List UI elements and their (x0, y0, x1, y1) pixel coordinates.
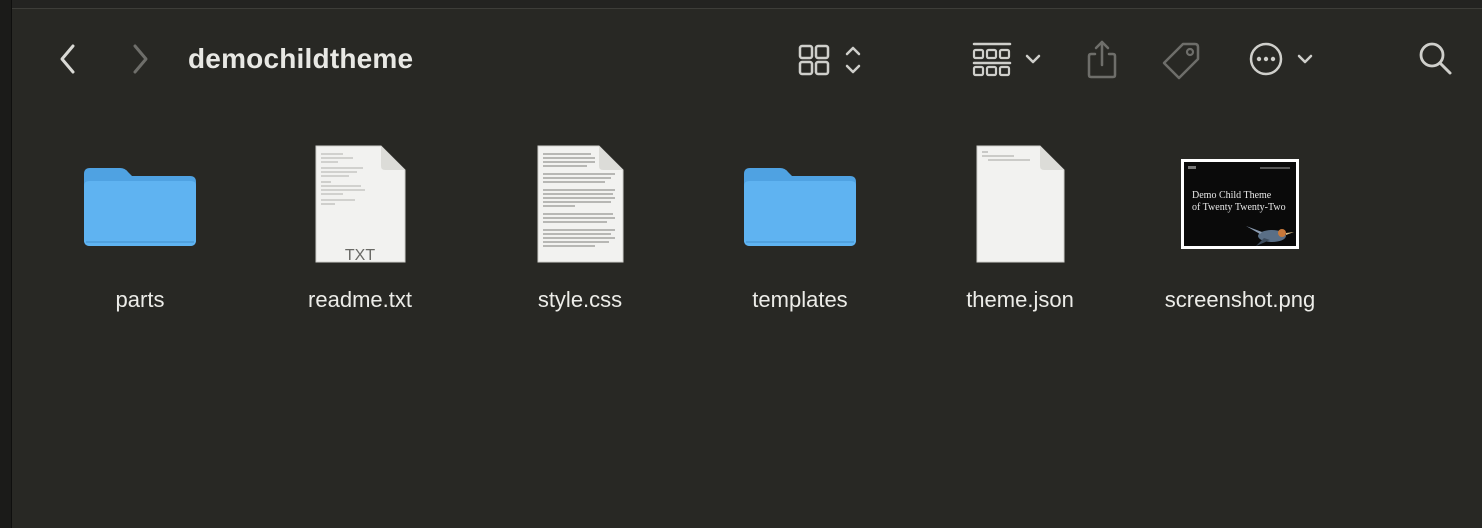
chevron-left-icon (60, 44, 75, 74)
file-name: readme.txt (308, 287, 412, 312)
back-button[interactable] (52, 41, 84, 77)
tag-button[interactable] (1160, 39, 1204, 81)
file-item-style[interactable]: style.css (490, 139, 670, 329)
file-name: templates (752, 287, 848, 312)
view-mode-button[interactable] (796, 41, 868, 79)
chevron-down-icon (1025, 54, 1041, 64)
file-grid: parts TXT readme.txt style.css templates… (12, 139, 1482, 339)
file-item-parts[interactable]: parts (50, 139, 230, 329)
thumbnail-title: Demo Child Theme of Twenty Twenty-Two (1192, 190, 1286, 214)
file-item-screenshot[interactable]: Demo Child Theme of Twenty Twenty-Two sc… (1150, 139, 1330, 329)
group-by-button[interactable] (970, 39, 1050, 79)
file-name: style.css (537, 287, 623, 312)
tag-icon (1162, 42, 1200, 80)
file-name: screenshot.png (1164, 287, 1316, 312)
file-item-templates[interactable]: templates (710, 139, 890, 329)
css-document-icon (490, 139, 670, 269)
folder-icon (710, 139, 890, 269)
thumbnail-title-line1: Demo Child Theme (1192, 190, 1272, 201)
thumbnail-image: Demo Child Theme of Twenty Twenty-Two (1184, 162, 1296, 246)
window-top-edge (0, 0, 1482, 9)
file-name: theme.json (966, 287, 1074, 312)
json-document-icon (930, 139, 1110, 269)
finder-window: demochildtheme parts TXT readme.txt styl… (12, 9, 1482, 528)
share-icon (1087, 40, 1117, 79)
search-icon (1419, 42, 1452, 75)
share-button[interactable] (1082, 37, 1122, 81)
more-actions-button[interactable] (1246, 39, 1326, 79)
ellipsis-circle-icon (1249, 42, 1313, 76)
file-name: parts (115, 287, 165, 312)
forward-button[interactable] (124, 41, 156, 77)
chevron-right-icon (133, 44, 148, 74)
file-item-readme[interactable]: TXT readme.txt (270, 139, 450, 329)
thumbnail-frame: Demo Child Theme of Twenty Twenty-Two (1181, 159, 1299, 249)
folder-icon (50, 139, 230, 269)
image-thumbnail: Demo Child Theme of Twenty Twenty-Two (1150, 139, 1330, 269)
toolbar: demochildtheme (12, 9, 1482, 109)
file-item-theme-json[interactable]: theme.json (930, 139, 1110, 329)
sidebar-edge (0, 0, 12, 528)
thumbnail-title-line2: of Twenty Twenty-Two (1192, 202, 1286, 213)
bird-illustration (1246, 226, 1294, 246)
file-ext-badge: TXT (344, 247, 376, 264)
search-button[interactable] (1416, 39, 1456, 79)
group-icon (972, 42, 1041, 77)
grid-view-icon (798, 44, 861, 76)
window-title: demochildtheme (188, 43, 414, 74)
